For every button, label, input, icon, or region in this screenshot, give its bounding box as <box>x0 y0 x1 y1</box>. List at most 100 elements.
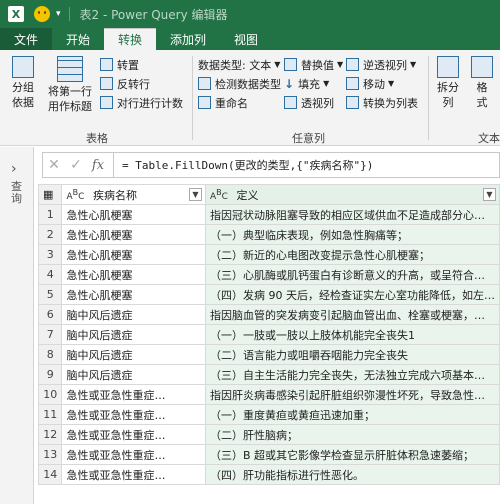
cell-definition[interactable]: （三）B 超或其它影像学检查显示肝脏体积急速萎缩； <box>204 444 500 465</box>
cell-disease-name[interactable]: 脑中风后遗症 <box>61 344 206 365</box>
quick-access-caret-icon[interactable]: ▾ <box>56 9 61 19</box>
cell-definition[interactable]: 指因冠状动脉阻塞导致的相应区域供血不足造成部分心… <box>204 204 500 225</box>
convert-to-list-button[interactable]: 转换为列表 <box>346 94 418 111</box>
tab-file[interactable]: 文件 <box>0 28 52 50</box>
cell-definition[interactable]: （一）典型临床表现，例如急性胸痛等； <box>204 224 500 245</box>
count-rows-button[interactable]: 对行进行计数 <box>100 94 183 111</box>
cell-definition[interactable]: 指因肝炎病毒感染引起肝脏组织弥漫性坏死，导致急性… <box>204 384 500 405</box>
text-type-icon[interactable]: ABC <box>210 188 228 202</box>
table-row[interactable]: 13 急性或亚急性重症… （三）B 超或其它影像学检查显示肝脏体积急速萎缩； <box>37 444 500 465</box>
header-row: ▦ ABC 疾病名称 ▼ ABC 定义 ▼ <box>37 184 500 205</box>
table-row[interactable]: 6 脑中风后遗症 指因脑血管的突发病变引起脑血管出血、栓塞或梗塞，… <box>37 304 500 325</box>
cell-definition[interactable]: （二）肝性脑病； <box>204 424 500 445</box>
pivot-label: 透视列 <box>301 96 334 110</box>
cell-disease-name[interactable]: 急性或亚急性重症… <box>61 404 206 425</box>
format-button[interactable]: 格 式 <box>468 56 496 110</box>
tab-transform[interactable]: 转换 <box>104 28 157 50</box>
cell-disease-name[interactable]: 急性心肌梗塞 <box>61 284 206 305</box>
cell-definition[interactable]: （三）自主生活能力完全丧失，无法独立完成六项基本… <box>204 364 500 385</box>
cell-definition[interactable]: （四）发病 90 天后，经检查证实左心室功能降低，如左… <box>204 284 500 305</box>
fx-icon[interactable]: fx <box>87 158 109 173</box>
table-row[interactable]: 3 急性心肌梗塞 （二）新近的心电图改变提示急性心肌梗塞； <box>37 244 500 265</box>
cell-disease-name[interactable]: 脑中风后遗症 <box>61 304 206 325</box>
table-row[interactable]: 12 急性或亚急性重症… （二）肝性脑病； <box>37 424 500 445</box>
queries-pane-collapsed[interactable]: › 查询 <box>0 147 34 504</box>
group-by-label: 分组 依据 <box>12 81 34 109</box>
row-number: 6 <box>37 304 63 325</box>
cell-disease-name[interactable]: 急性心肌梗塞 <box>61 264 206 285</box>
cell-disease-name[interactable]: 脑中风后遗症 <box>61 324 206 345</box>
cell-disease-name[interactable]: 急性或亚急性重症… <box>61 444 206 465</box>
table-row[interactable]: 7 脑中风后遗症 （一）一肢或一肢以上肢体机能完全丧失1 <box>37 324 500 345</box>
chevron-down-icon: ▼ <box>410 60 417 69</box>
first-row-header-button[interactable]: 将第一行 用作标题 <box>44 56 96 114</box>
cancel-formula-icon[interactable]: ✕ <box>43 157 65 173</box>
table-row[interactable]: 4 急性心肌梗塞 （三）心肌酶或肌钙蛋白有诊断意义的升高，或呈符合… <box>37 264 500 285</box>
column-header-label: 定义 <box>236 188 259 202</box>
cell-definition[interactable]: 指因脑血管的突发病变引起脑血管出血、栓塞或梗塞，… <box>204 304 500 325</box>
cell-disease-name[interactable]: 急性心肌梗塞 <box>61 204 206 225</box>
smiley-feedback-icon[interactable] <box>34 6 50 22</box>
table-row[interactable]: 9 脑中风后遗症 （三）自主生活能力完全丧失，无法独立完成六项基本… <box>37 364 500 385</box>
table-row[interactable]: 11 急性或亚急性重症… （一）重度黄疸或黄疸迅速加重； <box>37 404 500 425</box>
chevron-down-icon: ▼ <box>274 60 281 69</box>
reverse-rows-button[interactable]: 反转行 <box>100 75 150 92</box>
column-header-disease[interactable]: ABC 疾病名称 ▼ <box>61 184 206 205</box>
transpose-label: 转置 <box>117 58 139 72</box>
replace-values-button[interactable]: 替换值 ▼ <box>284 56 343 73</box>
text-type-icon[interactable]: ABC <box>66 188 84 202</box>
fill-button[interactable]: ↓ 填充 ▼ <box>284 75 329 92</box>
tab-home[interactable]: 开始 <box>52 28 104 50</box>
cell-definition[interactable]: （一）一肢或一肢以上肢体机能完全丧失1 <box>204 324 500 345</box>
replace-values-icon <box>284 58 297 71</box>
cell-disease-name[interactable]: 急性心肌梗塞 <box>61 224 206 245</box>
cell-definition[interactable]: （四）肝功能指标进行性恶化。 <box>204 464 500 485</box>
group-by-button[interactable]: 分组 依据 <box>6 56 40 110</box>
row-number: 3 <box>37 244 63 265</box>
replace-values-label: 替换值 <box>301 58 334 72</box>
row-number: 13 <box>37 444 63 465</box>
tab-view[interactable]: 视图 <box>220 28 272 50</box>
filter-dropdown-icon[interactable]: ▼ <box>483 188 496 201</box>
reverse-rows-icon <box>100 77 113 90</box>
table-row[interactable]: 1 急性心肌梗塞 指因冠状动脉阻塞导致的相应区域供血不足造成部分心… <box>37 204 500 225</box>
table-menu-icon[interactable]: ▦ <box>37 184 63 205</box>
cell-disease-name[interactable]: 急性或亚急性重症… <box>61 424 206 445</box>
column-header-definition[interactable]: ABC 定义 ▼ <box>204 184 500 205</box>
pivot-column-button[interactable]: 透视列 <box>284 94 334 111</box>
table-row[interactable]: 2 急性心肌梗塞 （一）典型临床表现，例如急性胸痛等； <box>37 224 500 245</box>
cell-disease-name[interactable]: 急性或亚急性重症… <box>61 384 206 405</box>
cell-definition[interactable]: （二）语言能力或咀嚼吞咽能力完全丧失 <box>204 344 500 365</box>
row-number: 8 <box>37 344 63 365</box>
data-type-dropdown[interactable]: 数据类型: 文本 ▼ <box>198 56 280 73</box>
cell-definition[interactable]: （一）重度黄疸或黄疸迅速加重； <box>204 404 500 425</box>
cell-disease-name[interactable]: 急性心肌梗塞 <box>61 244 206 265</box>
data-grid[interactable]: ▦ ABC 疾病名称 ▼ ABC 定义 ▼ 1 急性心肌梗塞 指因冠状动脉阻塞导致的… <box>37 184 500 504</box>
chevron-right-icon[interactable]: › <box>11 161 17 177</box>
confirm-formula-icon[interactable]: ✓ <box>65 157 87 173</box>
row-number: 14 <box>37 464 63 485</box>
filter-dropdown-icon[interactable]: ▼ <box>188 188 202 201</box>
detect-type-button[interactable]: 检测数据类型 <box>198 75 281 92</box>
row-number: 4 <box>37 264 63 285</box>
cell-definition[interactable]: （三）心肌酶或肌钙蛋白有诊断意义的升高，或呈符合… <box>204 264 500 285</box>
window-title: 表2 - Power Query 编辑器 <box>79 7 228 22</box>
move-button[interactable]: 移动 ▼ <box>346 75 394 92</box>
to-list-label: 转换为列表 <box>363 96 418 110</box>
detect-type-label: 检测数据类型 <box>215 77 281 91</box>
table-row[interactable]: 14 急性或亚急性重症… （四）肝功能指标进行性恶化。 <box>37 464 500 485</box>
row-number: 12 <box>37 424 63 445</box>
cell-disease-name[interactable]: 急性或亚急性重症… <box>61 464 206 485</box>
table-row[interactable]: 5 急性心肌梗塞 （四）发病 90 天后，经检查证实左心室功能降低，如左… <box>37 284 500 305</box>
table-row[interactable]: 10 急性或亚急性重症… 指因肝炎病毒感染引起肝脏组织弥漫性坏死，导致急性… <box>37 384 500 405</box>
table-row[interactable]: 8 脑中风后遗症 （二）语言能力或咀嚼吞咽能力完全丧失 <box>37 344 500 365</box>
cell-disease-name[interactable]: 脑中风后遗症 <box>61 364 206 385</box>
tab-add-column[interactable]: 添加列 <box>156 28 220 50</box>
split-column-button[interactable]: 拆分 列 <box>434 56 462 110</box>
rename-button[interactable]: 重命名 <box>198 94 248 111</box>
unpivot-columns-button[interactable]: 逆透视列 ▼ <box>346 56 416 73</box>
chevron-down-icon: ▼ <box>388 79 395 88</box>
cell-definition[interactable]: （二）新近的心电图改变提示急性心肌梗塞； <box>204 244 500 265</box>
transpose-button[interactable]: 转置 <box>100 56 139 73</box>
formula-input[interactable]: = Table.FillDown(更改的类型,{"疾病名称"}) <box>122 157 373 173</box>
